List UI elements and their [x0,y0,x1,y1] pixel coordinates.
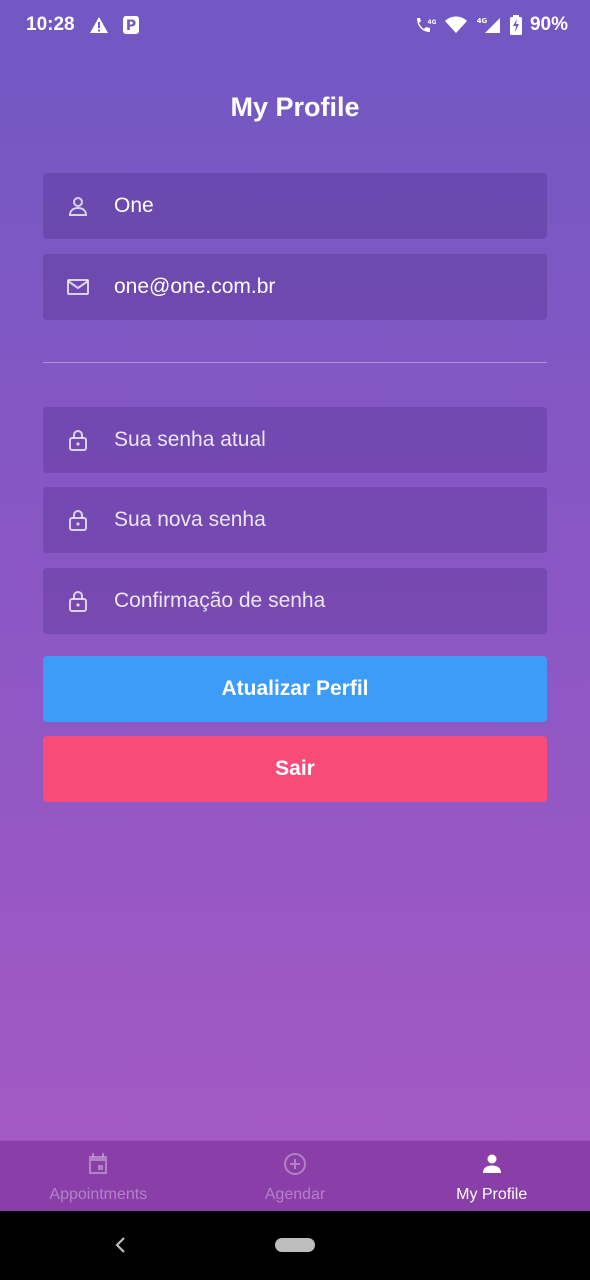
current-password-placeholder: Sua senha atual [114,428,266,451]
lock-icon [66,428,90,452]
nav-label-appointments: Appointments [49,1186,148,1203]
nav-item-my-profile[interactable]: My Profile [393,1141,590,1212]
user-icon [66,194,90,218]
email-field[interactable]: one@one.com.br [43,254,547,320]
svg-text:P: P [125,18,135,34]
lock-icon [66,589,90,613]
status-bar-right: 4G 4G 90% [414,14,568,36]
divider [43,362,547,363]
battery-percent: 90% [529,14,568,35]
battery-charging-icon [509,15,522,35]
page-title: My Profile [230,92,360,122]
wifi-icon [444,16,468,34]
system-nav-bar [0,1211,590,1280]
status-bar-left: 10:28 P [26,14,139,36]
call-volte-icon: 4G [414,16,436,34]
nav-label-agendar: Agendar [264,1186,326,1203]
mail-icon [66,275,90,299]
parking-icon: P [122,16,139,34]
logout-button[interactable]: Sair [43,736,547,802]
status-time: 10:28 [26,14,75,35]
calendar-icon [86,1152,110,1181]
network-label: 4G [427,19,436,26]
new-password-field[interactable]: Sua nova senha [43,487,547,553]
status-bar: 10:28 P 4G 4G 90% [0,0,590,50]
confirm-password-field[interactable]: Confirmação de senha [43,568,547,634]
back-icon[interactable] [112,1234,128,1261]
signal-icon: 4G [476,16,502,34]
nav-item-agendar[interactable]: Agendar [197,1141,394,1212]
lock-icon [66,508,90,532]
confirm-password-placeholder: Confirmação de senha [114,589,326,612]
email-value: one@one.com.br [114,275,276,298]
add-circle-icon [283,1152,307,1181]
warning-icon [89,16,109,34]
nav-label-my-profile: My Profile [456,1186,528,1203]
bottom-nav: Appointments Agendar My Profile [0,1140,590,1212]
network-label: 4G [477,17,488,25]
current-password-field[interactable]: Sua senha atual [43,407,547,473]
update-profile-button[interactable]: Atualizar Perfil [43,656,547,722]
nav-item-appointments[interactable]: Appointments [0,1141,197,1212]
name-field[interactable]: One [43,173,547,239]
name-value: One [114,194,154,217]
person-icon [480,1152,504,1181]
home-pill[interactable] [275,1238,315,1252]
new-password-placeholder: Sua nova senha [114,508,266,531]
